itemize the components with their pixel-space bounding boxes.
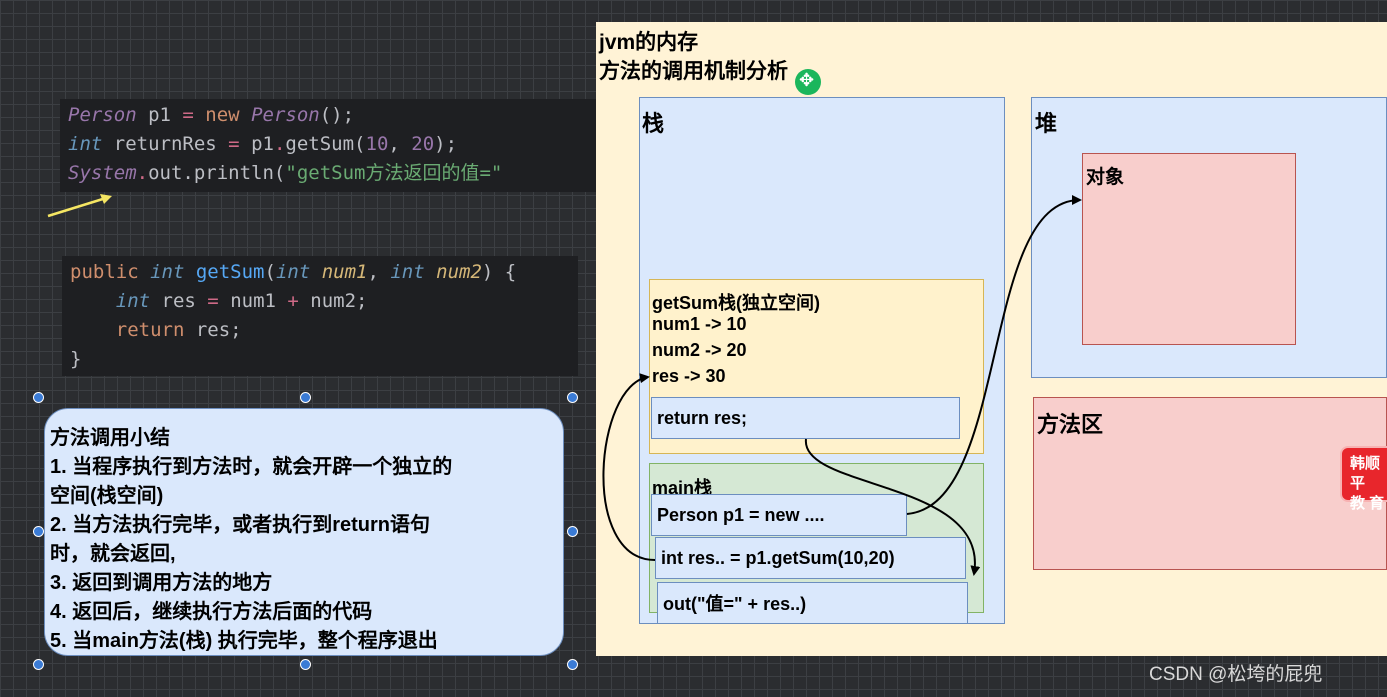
resize-handle[interactable] bbox=[33, 392, 44, 403]
summary-line: 1. 当程序执行到方法时，就会开辟一个独立的 bbox=[50, 456, 453, 478]
badge-line: 教 育 bbox=[1350, 495, 1385, 512]
arrow-call-to-getsum bbox=[602, 373, 656, 561]
summary-line: 5. 当main方法(栈) 执行完毕，整个程序退出 bbox=[50, 630, 438, 652]
summary-line: 2. 当方法执行完毕，或者执行到return语句 bbox=[50, 514, 431, 536]
resize-handle[interactable] bbox=[567, 659, 578, 670]
summary-line: 4. 返回后，继续执行方法后面的代码 bbox=[50, 601, 373, 623]
resize-handle[interactable] bbox=[567, 526, 578, 537]
summary-line: 3. 返回到调用方法的地方 bbox=[50, 572, 273, 594]
summary-line: 时，就会返回, bbox=[50, 543, 176, 565]
resize-handle[interactable] bbox=[33, 526, 44, 537]
summary-title: 方法调用小结 bbox=[50, 427, 170, 449]
watermark: CSDN @松垮的屁兜 bbox=[1149, 664, 1323, 685]
brand-badge: 韩顺平 教 育 bbox=[1340, 446, 1387, 512]
resize-handle[interactable] bbox=[33, 659, 44, 670]
badge-line: 韩顺平 bbox=[1350, 455, 1381, 492]
resize-handle[interactable] bbox=[300, 659, 311, 670]
summary-line: 空间(栈空间) bbox=[50, 485, 164, 507]
arrow-return-to-main bbox=[804, 438, 981, 576]
arrow-new-to-object bbox=[906, 195, 1082, 515]
summary-box[interactable]: 方法调用小结 1. 当程序执行到方法时，就会开辟一个独立的 空间(栈空间) 2.… bbox=[44, 408, 564, 656]
resize-handle[interactable] bbox=[567, 392, 578, 403]
resize-handle[interactable] bbox=[300, 392, 311, 403]
